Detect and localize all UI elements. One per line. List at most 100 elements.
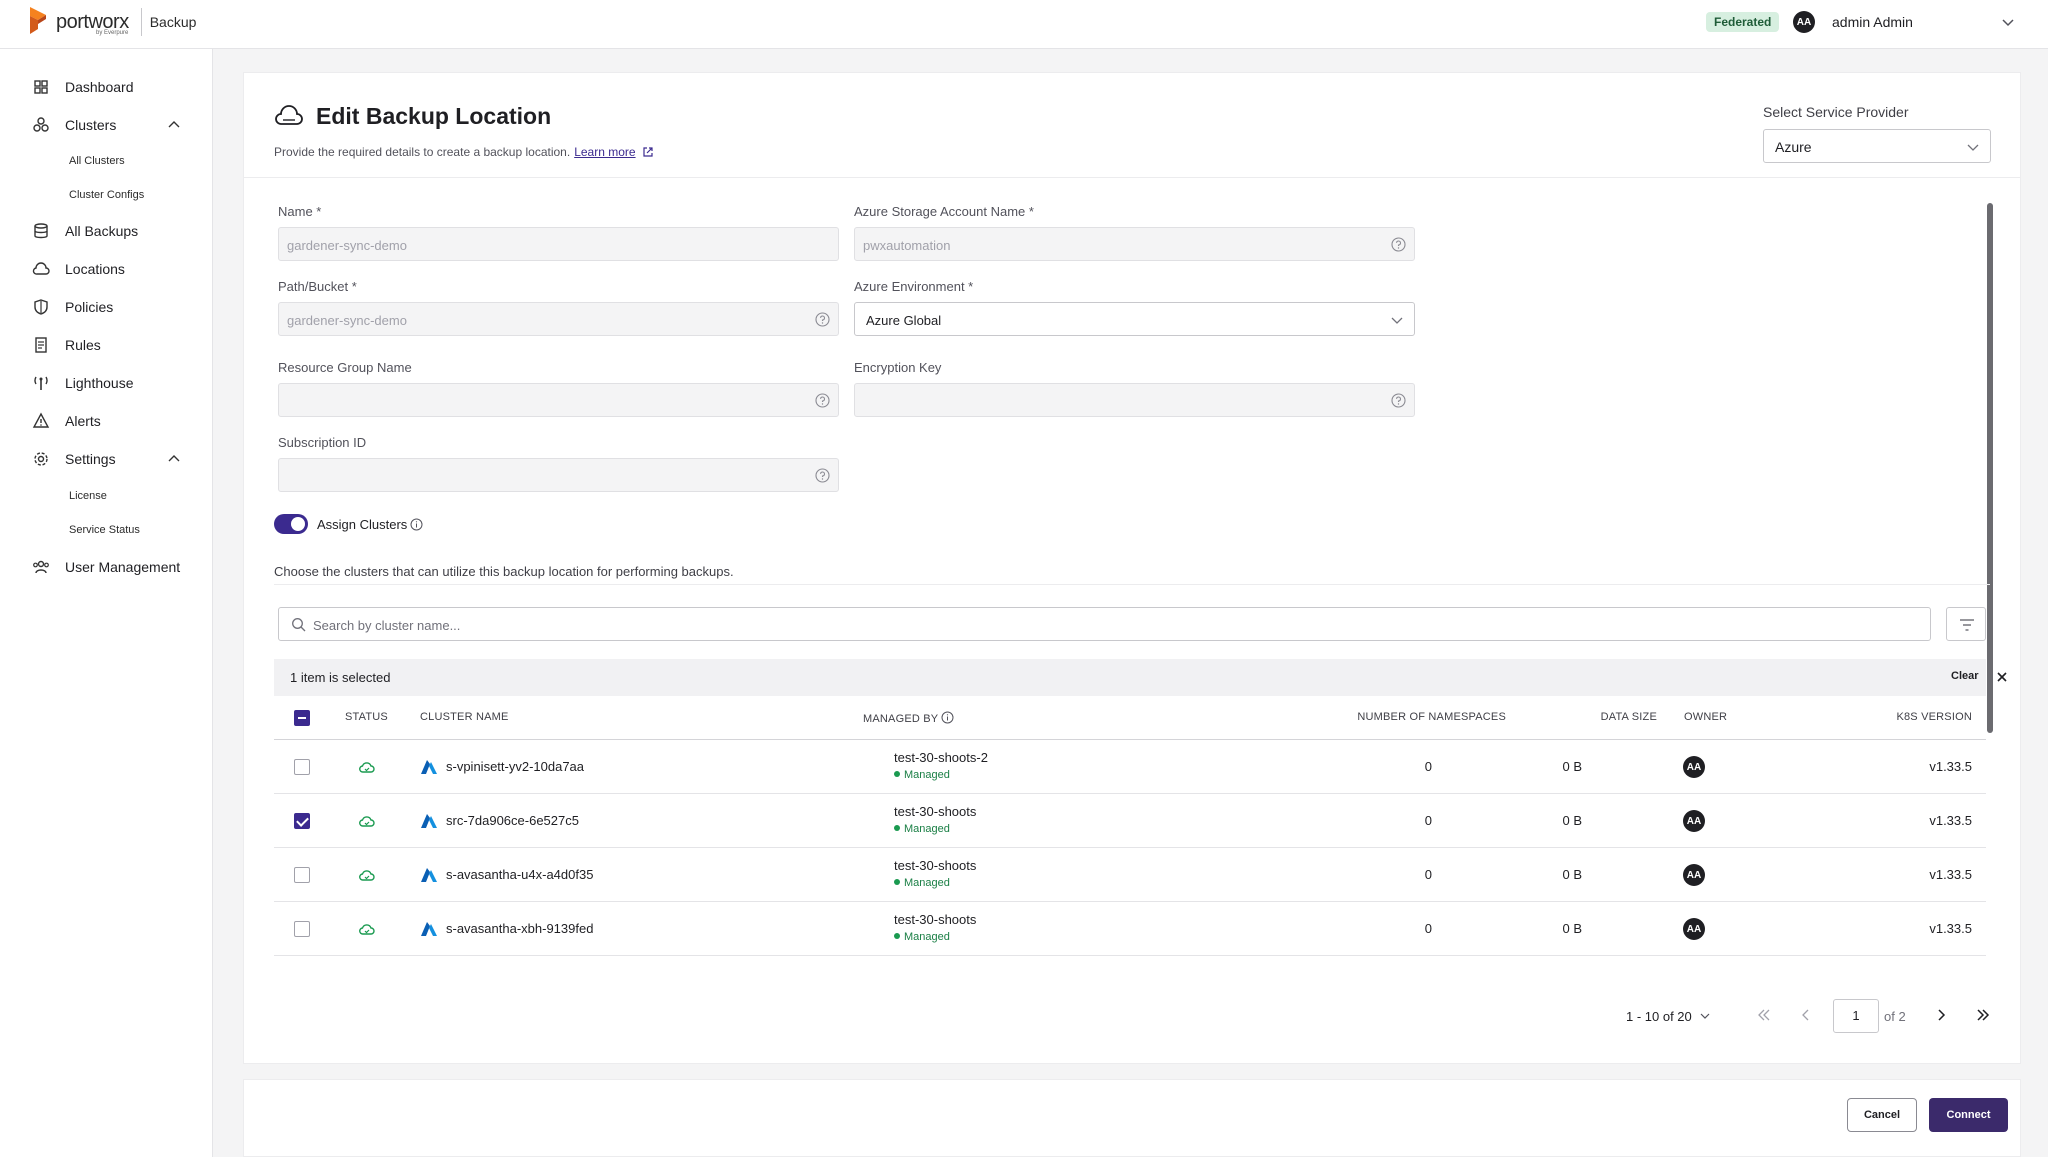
help-icon[interactable] <box>1391 237 1406 252</box>
brand-name: portworx <box>56 11 129 33</box>
chevron-down-icon[interactable] <box>2000 14 2016 30</box>
help-icon[interactable] <box>815 393 830 408</box>
service-provider-value: Azure <box>1775 139 1812 155</box>
select-all-checkbox[interactable] <box>294 710 310 726</box>
clusters-icon <box>33 117 49 132</box>
user-avatar[interactable]: AA <box>1793 11 1815 33</box>
assign-clusters-toggle[interactable] <box>274 514 308 534</box>
search-input[interactable] <box>313 616 1913 634</box>
sidebar-item-label: Locations <box>65 261 125 277</box>
assign-clusters-description: Choose the clusters that can utilize thi… <box>274 564 734 579</box>
sidebar-item-locations[interactable]: Locations <box>0 255 213 283</box>
cluster-name[interactable]: src-7da906ce-6e527c5 <box>446 813 579 828</box>
managed-by: test-30-shoots <box>894 858 977 873</box>
sidebar-item-policies[interactable]: Policies <box>0 293 213 321</box>
sidebar-item-settings[interactable]: Settings <box>0 445 213 473</box>
row-checkbox[interactable] <box>294 759 310 775</box>
header-namespaces[interactable]: NUMBER OF NAMESPACES <box>1302 711 1506 723</box>
storage-account-value: pwxautomation <box>863 238 951 253</box>
edit-backup-location-card: Edit Backup Location Provide the require… <box>243 72 2021 1064</box>
next-page-icon[interactable] <box>1933 1007 1949 1023</box>
sidebar-item-dashboard[interactable]: Dashboard <box>0 73 213 101</box>
subscription-id-field[interactable] <box>278 458 839 492</box>
managed-status: Managed <box>894 877 950 889</box>
clear-selection-button[interactable]: Clear <box>1951 670 1979 682</box>
chevron-down-icon <box>1700 1013 1710 1019</box>
sidebar-sub-license[interactable]: License <box>69 490 107 502</box>
row-checkbox[interactable] <box>294 813 310 829</box>
sidebar-sub-cluster-configs[interactable]: Cluster Configs <box>69 189 144 201</box>
service-provider-select[interactable]: Azure <box>1763 129 1991 163</box>
sidebar-item-rules[interactable]: Rules <box>0 331 213 359</box>
owner-avatar: AA <box>1683 864 1705 886</box>
last-page-icon[interactable] <box>1975 1007 1991 1023</box>
learn-more-link[interactable]: Learn more <box>574 145 635 159</box>
header-data-size[interactable]: DATA SIZE <box>1509 711 1657 723</box>
data-size: 0 B <box>1562 759 1582 774</box>
selection-bar: 1 item is selected Clear <box>274 659 2007 696</box>
sidebar-item-clusters[interactable]: Clusters <box>0 111 213 139</box>
owner-avatar: AA <box>1683 918 1705 940</box>
sidebar-item-all-backups[interactable]: All Backups <box>0 217 213 245</box>
header-cluster-name[interactable]: CLUSTER NAME <box>420 711 509 723</box>
help-icon[interactable] <box>815 468 830 483</box>
user-name[interactable]: admin Admin <box>1832 14 1913 30</box>
cluster-name[interactable]: s-avasantha-xbh-9139fed <box>446 921 593 936</box>
row-checkbox[interactable] <box>294 867 310 883</box>
sidebar-item-alerts[interactable]: Alerts <box>0 407 213 435</box>
table-row[interactable]: s-vpinisett-yv2-10da7aa test-30-shoots-2… <box>274 740 1986 794</box>
azure-icon <box>421 814 437 828</box>
sidebar-item-user-management[interactable]: User Management <box>0 553 213 581</box>
chevron-down-icon <box>1391 317 1403 324</box>
namespace-count: 0 <box>1424 867 1432 882</box>
federated-badge: Federated <box>1706 12 1780 32</box>
cluster-name[interactable]: s-avasantha-u4x-a4d0f35 <box>446 867 593 882</box>
cluster-name[interactable]: s-vpinisett-yv2-10da7aa <box>446 759 584 774</box>
azure-environment-select[interactable]: Azure Global <box>854 302 1415 336</box>
managed-by: test-30-shoots <box>894 912 977 927</box>
header-owner[interactable]: OWNER <box>1684 711 1727 723</box>
cluster-search[interactable] <box>278 607 1931 641</box>
connect-button[interactable]: Connect <box>1929 1098 2008 1132</box>
filter-button[interactable] <box>1946 607 1986 641</box>
namespace-count: 0 <box>1424 813 1432 828</box>
header-k8s-version[interactable]: K8S VERSION <box>1824 711 1972 723</box>
shield-icon <box>34 299 48 315</box>
help-icon[interactable] <box>1391 393 1406 408</box>
header-status[interactable]: STATUS <box>345 711 388 723</box>
info-icon[interactable] <box>410 518 423 531</box>
alert-icon <box>32 412 50 428</box>
filter-icon <box>1960 619 1974 631</box>
form-scrollbar[interactable] <box>1987 203 1993 733</box>
external-link-icon[interactable] <box>642 146 654 158</box>
page-size-select[interactable]: 1 - 10 of 20 <box>1626 1009 1711 1024</box>
section-divider <box>274 584 1990 585</box>
info-icon[interactable] <box>941 711 954 724</box>
chevron-up-icon[interactable] <box>166 117 182 133</box>
cancel-button[interactable]: Cancel <box>1847 1098 1917 1132</box>
portworx-logo[interactable]: portworx by Everpure Backup <box>28 7 196 37</box>
page-number-input[interactable]: 1 <box>1833 999 1879 1033</box>
table-row[interactable]: s-avasantha-xbh-9139fed test-30-shoots M… <box>274 902 1986 956</box>
table-row[interactable]: s-avasantha-u4x-a4d0f35 test-30-shoots M… <box>274 848 1986 902</box>
first-page-icon[interactable] <box>1756 1007 1772 1023</box>
sidebar-sub-service-status[interactable]: Service Status <box>69 524 140 536</box>
table-row[interactable]: src-7da906ce-6e527c5 test-30-shoots Mana… <box>274 794 1986 848</box>
sidebar-item-label: All Backups <box>65 223 139 239</box>
k8s-version: v1.33.5 <box>1929 921 1972 936</box>
name-field: gardener-sync-demo <box>278 227 839 261</box>
close-icon[interactable] <box>1996 671 2008 683</box>
sidebar-item-lighthouse[interactable]: Lighthouse <box>0 369 213 397</box>
azure-icon <box>421 760 437 774</box>
previous-page-icon[interactable] <box>1798 1007 1814 1023</box>
service-provider-label: Select Service Provider <box>1763 104 1909 120</box>
data-size: 0 B <box>1562 921 1582 936</box>
header-managed-by[interactable]: MANAGED BY <box>863 711 954 725</box>
row-checkbox[interactable] <box>294 921 310 937</box>
lighthouse-icon <box>34 376 48 390</box>
help-icon[interactable] <box>815 312 830 327</box>
encryption-key-field[interactable] <box>854 383 1415 417</box>
sidebar-sub-all-clusters[interactable]: All Clusters <box>69 155 125 167</box>
chevron-up-icon[interactable] <box>166 451 182 467</box>
resource-group-field[interactable] <box>278 383 839 417</box>
